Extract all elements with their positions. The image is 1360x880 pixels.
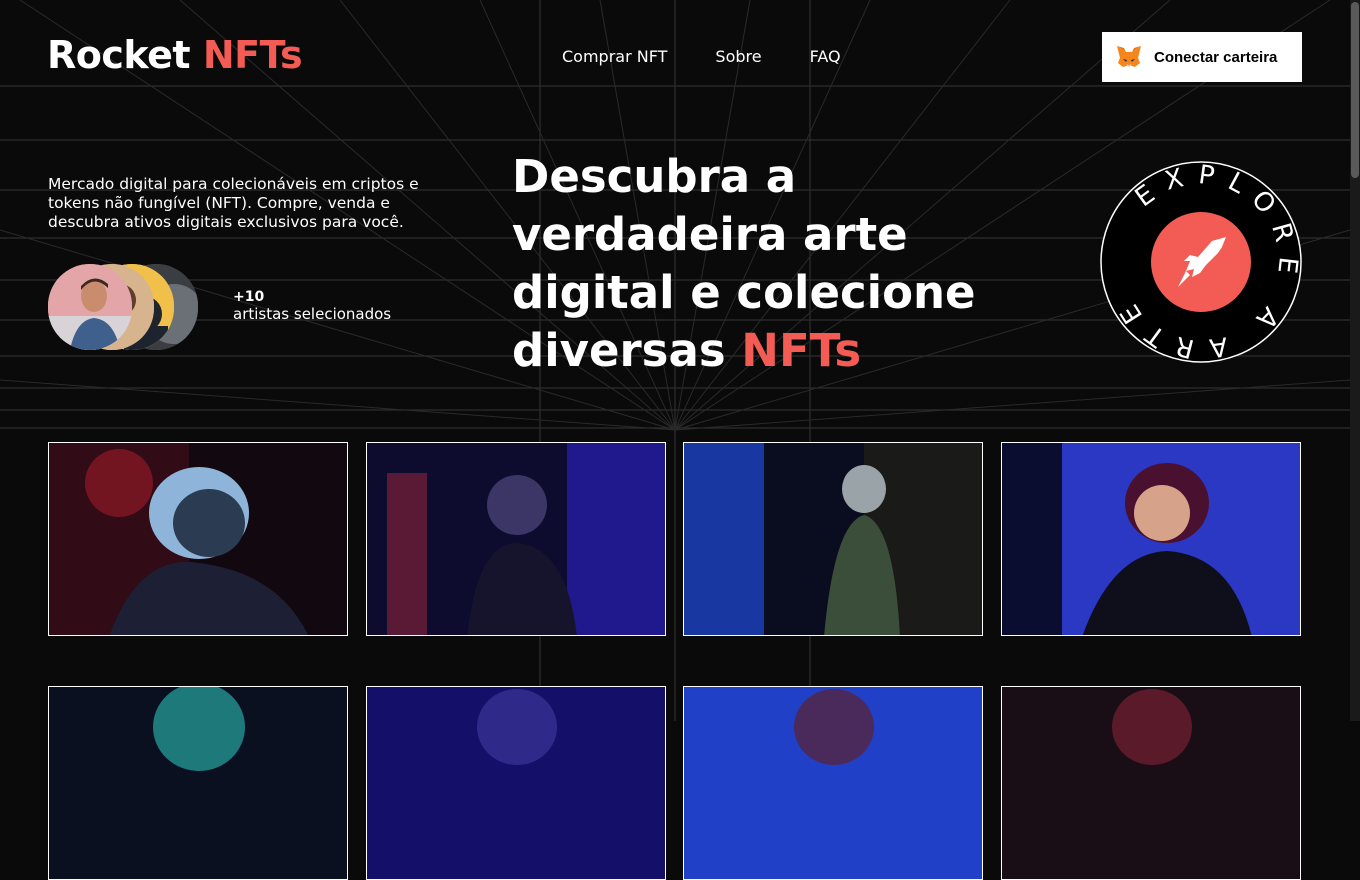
nft-image-3 bbox=[684, 443, 982, 635]
nav-link-comprar-nft[interactable]: Comprar NFT bbox=[562, 47, 667, 66]
nft-card-8[interactable] bbox=[1001, 686, 1301, 880]
artist-avatars bbox=[48, 264, 218, 350]
nft-image-8 bbox=[1002, 687, 1300, 879]
nft-image-5 bbox=[49, 687, 347, 879]
nft-image-4 bbox=[1002, 443, 1300, 635]
logo-accent: NFTs bbox=[202, 33, 303, 77]
nav-link-faq[interactable]: FAQ bbox=[810, 47, 841, 66]
connect-wallet-button[interactable]: Conectar carteira bbox=[1102, 32, 1302, 82]
intro-text: Mercado digital para colecionáveis em cr… bbox=[48, 175, 419, 231]
nft-card-7[interactable] bbox=[683, 686, 983, 880]
site-header: Rocket NFTs Comprar NFT Sobre FAQ Conect… bbox=[0, 0, 1350, 110]
nft-image-7 bbox=[684, 687, 982, 879]
site-logo[interactable]: Rocket NFTs bbox=[47, 33, 303, 77]
artists-label: artistas selecionados bbox=[233, 305, 392, 323]
nft-card-5[interactable] bbox=[48, 686, 348, 880]
nft-image-1 bbox=[49, 443, 347, 635]
nav-link-sobre[interactable]: Sobre bbox=[715, 47, 761, 66]
explore-art-badge[interactable]: EXPLORE A ARTE bbox=[1100, 161, 1302, 363]
main-nav: Comprar NFT Sobre FAQ bbox=[562, 47, 841, 66]
connect-wallet-label: Conectar carteira bbox=[1154, 48, 1278, 66]
nft-image-2 bbox=[367, 443, 665, 635]
nft-card-2[interactable] bbox=[366, 442, 666, 636]
nft-card-1[interactable] bbox=[48, 442, 348, 636]
metamask-fox-icon bbox=[1117, 46, 1141, 67]
page-scrollbar[interactable] bbox=[1350, 0, 1360, 721]
logo-text: Rocket bbox=[47, 33, 203, 77]
nft-image-6 bbox=[367, 687, 665, 879]
artists-count: +10 bbox=[233, 289, 265, 305]
headline-accent: NFTs bbox=[741, 324, 862, 377]
artists-info: +10 artistas selecionados bbox=[233, 289, 391, 323]
hero-headline: Descubra a verdadeira arte digital e col… bbox=[512, 148, 1032, 380]
artist-avatar-1 bbox=[48, 264, 132, 350]
nft-card-3[interactable] bbox=[683, 442, 983, 636]
scrollbar-thumb[interactable] bbox=[1351, 2, 1359, 178]
nft-card-4[interactable] bbox=[1001, 442, 1301, 636]
nft-card-6[interactable] bbox=[366, 686, 666, 880]
